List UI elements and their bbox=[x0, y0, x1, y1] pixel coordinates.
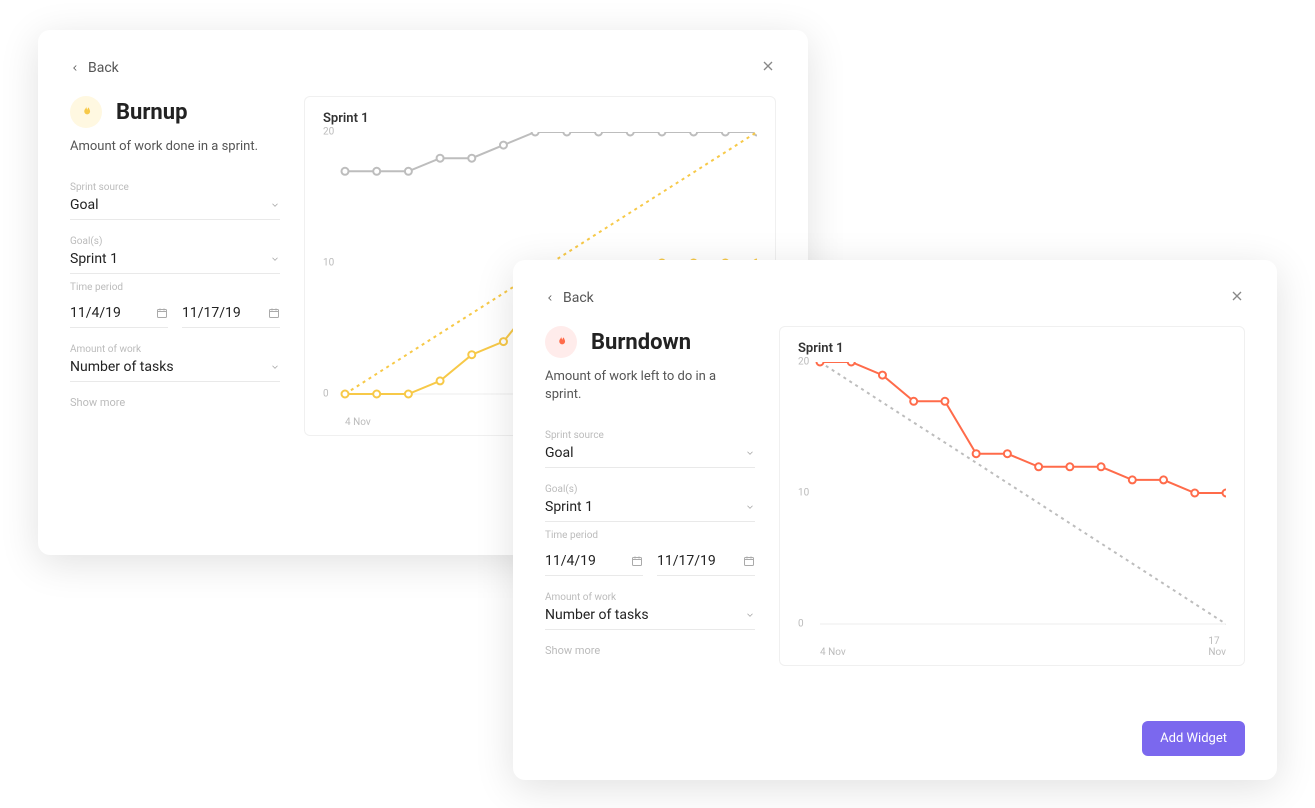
chevron-down-icon bbox=[745, 610, 755, 620]
amount-of-work-field[interactable]: Amount of work Number of tasks bbox=[70, 336, 280, 382]
field-value: Number of tasks bbox=[545, 607, 649, 623]
close-icon bbox=[760, 58, 776, 74]
field-label: Goal(s) bbox=[545, 484, 755, 495]
close-button[interactable] bbox=[1229, 288, 1245, 308]
field-value: Sprint 1 bbox=[545, 499, 593, 515]
amount-of-work-field[interactable]: Amount of work Number of tasks bbox=[545, 584, 755, 630]
chevron-down-icon bbox=[270, 362, 280, 372]
widget-title: Burndown bbox=[591, 330, 691, 355]
burndown-chart-panel: Sprint 1 010204 Nov17 Nov bbox=[779, 326, 1245, 666]
back-label: Back bbox=[88, 60, 119, 76]
field-label: Time period bbox=[70, 282, 280, 293]
config-sidebar: Burndown Amount of work left to do in a … bbox=[545, 326, 755, 666]
chevron-left-icon bbox=[545, 293, 555, 303]
widget-title: Burnup bbox=[116, 100, 187, 125]
field-label: Sprint source bbox=[70, 182, 280, 193]
start-date-field[interactable]: 11/4/19 bbox=[545, 545, 643, 576]
chevron-left-icon bbox=[70, 63, 80, 73]
close-button[interactable] bbox=[760, 58, 776, 78]
sprint-source-field[interactable]: Sprint source Goal bbox=[545, 422, 755, 468]
start-date-field[interactable]: 11/4/19 bbox=[70, 297, 168, 328]
goals-field[interactable]: Goal(s) Sprint 1 bbox=[70, 228, 280, 274]
add-widget-button[interactable]: Add Widget bbox=[1142, 721, 1245, 756]
burndown-icon bbox=[545, 326, 577, 358]
chevron-down-icon bbox=[270, 254, 280, 264]
start-date: 11/4/19 bbox=[545, 553, 596, 569]
end-date-field[interactable]: 11/17/19 bbox=[657, 545, 755, 576]
burndown-modal: Back Burndown Amount of work left to do … bbox=[513, 260, 1277, 780]
field-label: Time period bbox=[545, 530, 755, 541]
chevron-down-icon bbox=[270, 200, 280, 210]
calendar-icon bbox=[631, 555, 643, 567]
field-label: Amount of work bbox=[70, 344, 280, 355]
back-button[interactable]: Back bbox=[545, 290, 594, 306]
close-icon bbox=[1229, 288, 1245, 304]
burndown-chart: 010204 Nov17 Nov bbox=[798, 362, 1226, 642]
chevron-down-icon bbox=[745, 502, 755, 512]
chart-title: Sprint 1 bbox=[323, 111, 757, 126]
flame-icon bbox=[79, 104, 93, 120]
sprint-source-field[interactable]: Sprint source Goal bbox=[70, 174, 280, 220]
show-more-link[interactable]: Show more bbox=[545, 644, 755, 657]
calendar-icon bbox=[156, 307, 168, 319]
field-value: Sprint 1 bbox=[70, 251, 118, 267]
back-label: Back bbox=[563, 290, 594, 306]
field-value: Goal bbox=[70, 197, 99, 213]
flame-icon bbox=[554, 334, 568, 350]
goals-field[interactable]: Goal(s) Sprint 1 bbox=[545, 476, 755, 522]
widget-description: Amount of work done in a sprint. bbox=[70, 138, 280, 156]
show-more-link[interactable]: Show more bbox=[70, 396, 280, 409]
calendar-icon bbox=[268, 307, 280, 319]
chevron-down-icon bbox=[745, 448, 755, 458]
calendar-icon bbox=[743, 555, 755, 567]
end-date: 11/17/19 bbox=[182, 305, 241, 321]
back-button[interactable]: Back bbox=[70, 60, 119, 76]
field-value: Goal bbox=[545, 445, 574, 461]
field-label: Amount of work bbox=[545, 592, 755, 603]
start-date: 11/4/19 bbox=[70, 305, 121, 321]
field-value: Number of tasks bbox=[70, 359, 174, 375]
chart-title: Sprint 1 bbox=[798, 341, 1226, 356]
config-sidebar: Burnup Amount of work done in a sprint. … bbox=[70, 96, 280, 436]
widget-description: Amount of work left to do in a sprint. bbox=[545, 368, 755, 404]
field-label: Goal(s) bbox=[70, 236, 280, 247]
field-label: Sprint source bbox=[545, 430, 755, 441]
burnup-icon bbox=[70, 96, 102, 128]
end-date-field[interactable]: 11/17/19 bbox=[182, 297, 280, 328]
end-date: 11/17/19 bbox=[657, 553, 716, 569]
